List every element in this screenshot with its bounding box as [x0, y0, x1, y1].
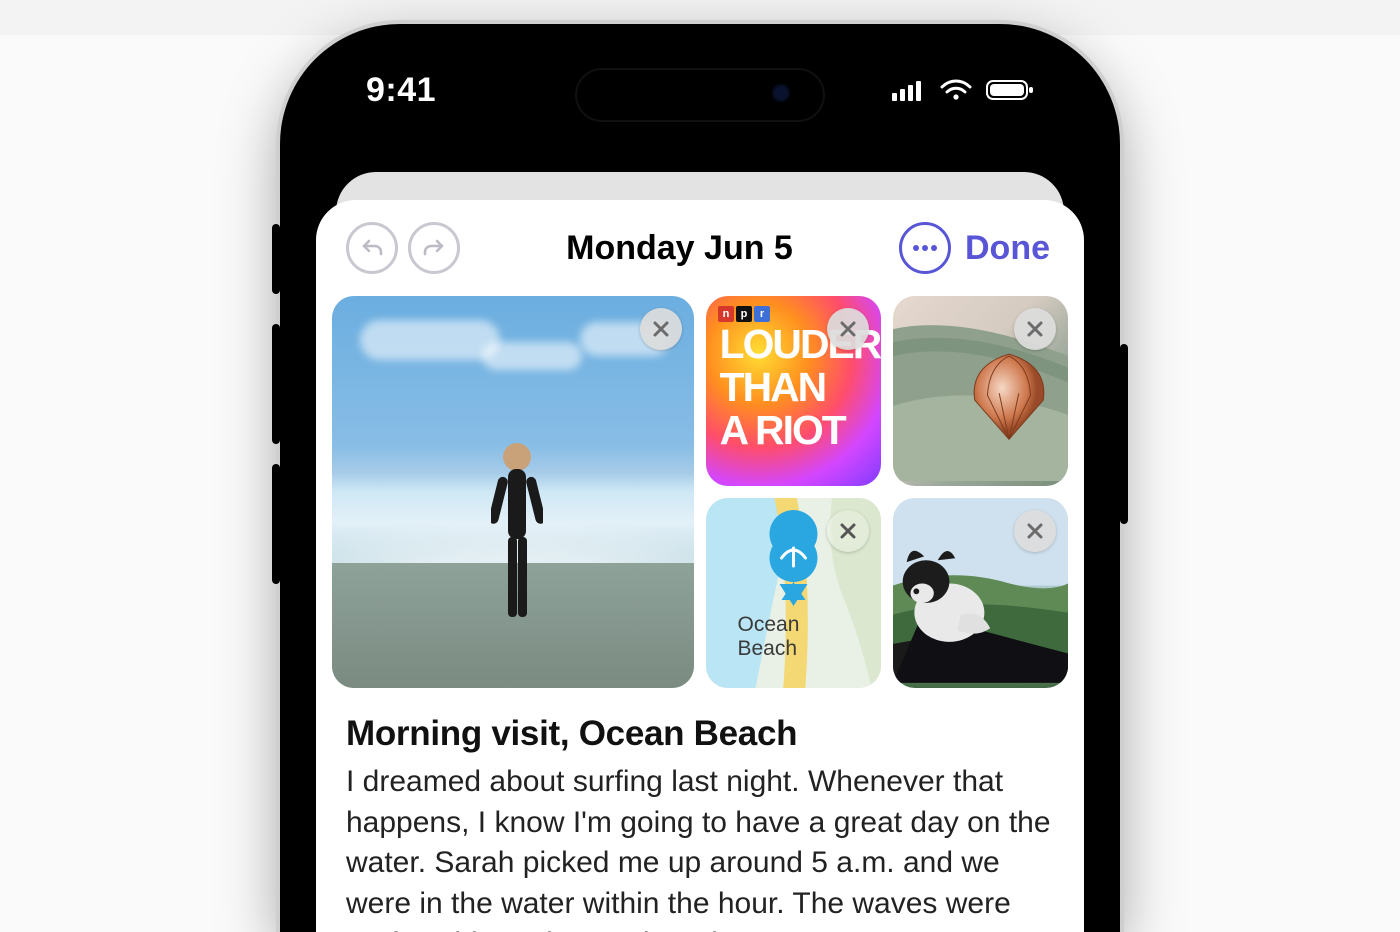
iphone-frame: 9:41 — [280, 24, 1120, 932]
attachment-map[interactable]: Ocean Beach — [706, 498, 881, 688]
phone-power-button — [1120, 344, 1128, 524]
npr-letter: n — [718, 306, 734, 322]
remove-attachment-button[interactable] — [827, 308, 869, 350]
ellipsis-icon — [912, 244, 938, 252]
phone-volume-up-button — [272, 324, 280, 444]
entry-body: I dreamed about surfing last night. When… — [346, 762, 1054, 932]
undo-button[interactable] — [346, 222, 398, 274]
map-place-label: Ocean Beach — [738, 613, 800, 661]
phone-side-button — [272, 224, 280, 294]
battery-icon — [986, 79, 1034, 101]
remove-attachment-button[interactable] — [827, 510, 869, 552]
close-icon — [1025, 319, 1045, 339]
close-icon — [838, 319, 858, 339]
done-button[interactable]: Done — [961, 229, 1054, 268]
npr-letter: p — [736, 306, 752, 322]
more-options-button[interactable] — [899, 222, 951, 274]
attachment-podcast[interactable]: LOUDER THAN A RIOT n p r — [706, 296, 881, 486]
phone-volume-down-button — [272, 464, 280, 584]
seashell-icon — [960, 342, 1058, 448]
status-time: 9:41 — [366, 71, 436, 110]
cellular-icon — [892, 79, 926, 101]
close-icon — [1025, 521, 1045, 541]
front-camera-dot — [772, 84, 790, 102]
sheet-header: Monday Jun 5 Done — [316, 200, 1084, 286]
podcast-title-line2: THAN — [720, 364, 826, 410]
attachment-dog-photo[interactable] — [893, 498, 1068, 688]
attachment-beach-photo[interactable] — [332, 296, 694, 688]
npr-badge: n p r — [718, 306, 770, 322]
entry-text-area[interactable]: Morning visit, Ocean Beach I dreamed abo… — [316, 688, 1084, 932]
phone-screen: 9:41 — [306, 50, 1094, 932]
attachment-shell-photo[interactable] — [893, 296, 1068, 486]
wifi-icon — [940, 79, 972, 101]
redo-icon — [422, 236, 446, 260]
cloud-shape — [360, 320, 500, 360]
status-indicators — [892, 79, 1034, 101]
close-icon — [651, 319, 671, 339]
remove-attachment-button[interactable] — [640, 308, 682, 350]
undo-icon — [360, 236, 384, 260]
remove-attachment-button[interactable] — [1014, 510, 1056, 552]
close-icon — [838, 521, 858, 541]
redo-button[interactable] — [408, 222, 460, 274]
attachments-grid: LOUDER THAN A RIOT n p r — [316, 286, 1084, 688]
podcast-title-line3: A RIOT — [720, 407, 847, 453]
surfer-figure — [491, 437, 543, 657]
remove-attachment-button[interactable] — [1014, 308, 1056, 350]
npr-letter: r — [754, 306, 770, 322]
entry-date-title: Monday Jun 5 — [470, 229, 889, 268]
entry-title: Morning visit, Ocean Beach — [346, 714, 1054, 754]
cloud-shape — [482, 342, 582, 370]
journal-entry-sheet: Monday Jun 5 Done — [316, 200, 1084, 932]
